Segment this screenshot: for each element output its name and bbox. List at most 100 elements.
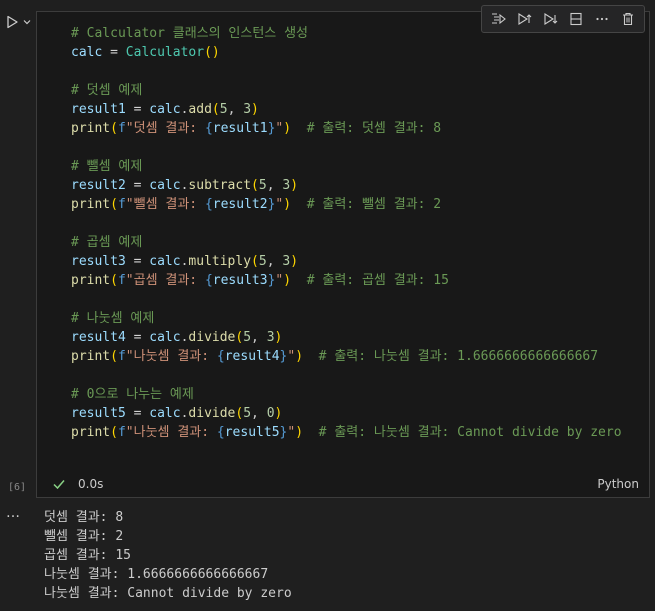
output-text: 덧셈 결과: 8 뺄셈 결과: 2 곱셈 결과: 15 나눗셈 결과: 1.66666… (44, 508, 292, 603)
code-token: 5 (243, 330, 252, 345)
code-cell[interactable]: # Calculator 클래스의 인스턴스 생성 calc = Calculat… (36, 5, 650, 498)
success-check-icon (52, 477, 66, 494)
code-token: ) (283, 121, 292, 136)
run-cell-button[interactable] (4, 14, 20, 30)
code-token: 5 (219, 102, 228, 117)
code-token: 3 (282, 178, 291, 193)
code-token: # 출력: 뺄셈 결과: 2 (306, 197, 442, 212)
code-token: # 나눗셈 예제 (71, 311, 155, 326)
code-line: # 곱셈 예제 (71, 233, 622, 252)
code-token: ( (211, 102, 220, 117)
code-token: "나눗셈 결과: (125, 425, 217, 440)
code-token: # 출력: 덧셈 결과: 8 (306, 121, 442, 136)
output-line: 곱셈 결과: 15 (44, 548, 131, 563)
execution-duration: 0.0s (78, 477, 104, 491)
code-token: f (117, 349, 126, 364)
code-token: result4 (71, 330, 126, 345)
code-token: calc (149, 178, 181, 193)
code-token: 5 (258, 254, 267, 269)
code-line: print(f"나눗셈 결과: {result5}") # 출력: 나눗셈 결과… (71, 423, 622, 442)
code-token: add (188, 102, 212, 117)
code-token: ( (110, 197, 118, 212)
code-token: # 곱셈 예제 (71, 235, 143, 250)
delete-cell-icon (623, 12, 633, 26)
kernel-language-picker[interactable]: Python (597, 477, 639, 491)
code-token: # 출력: 나눗셈 결과: Cannot divide by zero (318, 425, 622, 440)
code-line: result5 = calc.divide(5, 0) (71, 404, 622, 423)
cell-status-bar: 0.0s Python (37, 471, 649, 497)
code-token: calc (149, 102, 181, 117)
code-token: subtract (188, 178, 252, 193)
code-token: " (287, 425, 296, 440)
code-token: () (204, 45, 220, 60)
code-editor[interactable]: # Calculator 클래스의 인스턴스 생성 calc = Calculat… (71, 24, 622, 442)
code-line: print(f"덧셈 결과: {result1}") # 출력: 덧셈 결과: … (71, 119, 622, 138)
code-token: = (125, 178, 150, 193)
run-options-button[interactable] (22, 17, 32, 27)
run-controls (4, 14, 32, 30)
code-token: # 출력: 곱셈 결과: 15 (306, 273, 449, 288)
code-token: Calculator (125, 45, 205, 60)
code-token: result5 (224, 425, 280, 440)
code-token: ) (283, 197, 292, 212)
code-token: calc (149, 330, 181, 345)
code-token: ) (274, 406, 283, 421)
code-line: # 덧셈 예제 (71, 81, 622, 100)
code-token: result2 (212, 197, 268, 212)
code-token: f (117, 197, 126, 212)
code-token: result2 (71, 178, 126, 193)
code-token: f (117, 273, 126, 288)
chevron-down-icon (23, 20, 31, 25)
code-token: ( (251, 254, 259, 269)
code-token: result1 (71, 102, 126, 117)
code-line: # 뺄셈 예제 (71, 157, 622, 176)
code-line: calc = Calculator() (71, 43, 622, 62)
code-line: print(f"뺄셈 결과: {result2}") # 출력: 뺄셈 결과: … (71, 195, 622, 214)
code-line: result3 = calc.multiply(5, 3) (71, 252, 622, 271)
code-token: 0 (266, 406, 275, 421)
output-actions-button[interactable]: … (6, 505, 21, 521)
code-token: print (71, 273, 111, 288)
code-token: calc (149, 254, 181, 269)
code-token: = (125, 406, 150, 421)
code-token: 3 (282, 254, 291, 269)
code-token: result1 (212, 121, 268, 136)
code-token: ) (251, 102, 259, 117)
code-token: f (117, 121, 126, 136)
code-token: , (227, 102, 244, 117)
code-token: ( (110, 273, 118, 288)
code-token: ) (295, 349, 304, 364)
output-line: 뺄셈 결과: 2 (44, 529, 124, 544)
code-token: = (125, 254, 150, 269)
code-token: 3 (243, 102, 252, 117)
code-token: multiply (188, 254, 252, 269)
code-token: calc (71, 45, 103, 60)
code-token: result3 (212, 273, 268, 288)
notebook-editor: [6] # Calculator 클래스의 인스턴스 생성 calc = Cal… (0, 0, 655, 611)
code-token: ( (110, 425, 118, 440)
code-token: print (71, 425, 111, 440)
code-token: # 덧셈 예제 (71, 83, 143, 98)
code-token: print (71, 349, 111, 364)
code-token: # 0으로 나누는 예제 (71, 387, 194, 402)
code-token: { (216, 349, 225, 364)
code-token: ( (110, 349, 118, 364)
code-token: , (266, 254, 283, 269)
output-line: 나눗셈 결과: 1.6666666666666667 (44, 567, 269, 582)
code-line: # 0으로 나누는 예제 (71, 385, 622, 404)
code-token: = (102, 45, 126, 60)
code-token: { (204, 121, 213, 136)
code-token: # 뺄셈 예제 (71, 159, 143, 174)
code-token: "나눗셈 결과: (125, 349, 217, 364)
execution-count: [6] (8, 482, 27, 493)
code-token: , (251, 330, 267, 345)
code-token: 5 (243, 406, 252, 421)
code-token: " (287, 349, 296, 364)
code-token: "덧셈 결과: (125, 121, 205, 136)
